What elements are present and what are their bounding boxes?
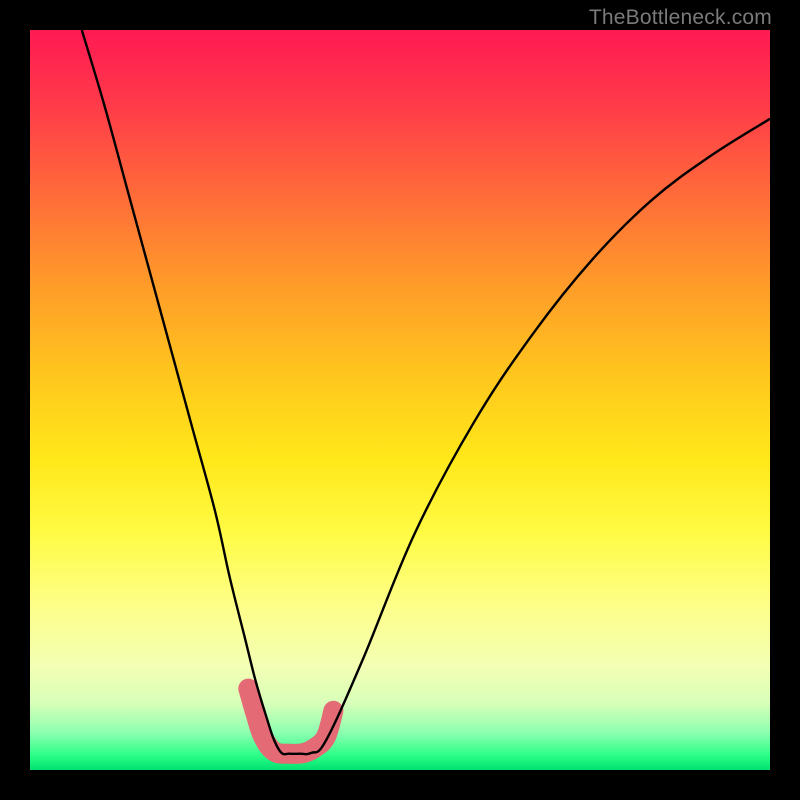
curve-layer xyxy=(30,30,770,770)
watermark-text: TheBottleneck.com xyxy=(589,6,772,30)
plot-area xyxy=(30,30,770,770)
outer-frame: TheBottleneck.com xyxy=(0,0,800,800)
bottleneck-curve xyxy=(82,30,770,754)
